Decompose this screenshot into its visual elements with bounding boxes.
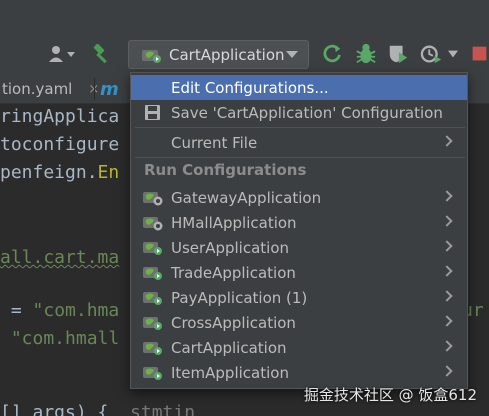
spring-boot-config-icon bbox=[143, 367, 162, 380]
chevron-right-icon bbox=[441, 265, 453, 277]
chevron-right-icon bbox=[441, 340, 453, 352]
chevron-right-icon bbox=[441, 190, 453, 202]
code-line: all.cart.ma bbox=[0, 247, 120, 268]
code-line: "com.hmall bbox=[0, 328, 120, 349]
run-config-item[interactable]: HMallApplication bbox=[131, 210, 467, 235]
tab-divider bbox=[94, 78, 95, 100]
code-line: [] args) { stmtin bbox=[0, 402, 196, 416]
main-toolbar: CartApplication bbox=[0, 0, 489, 74]
coverage-icon[interactable] bbox=[386, 42, 410, 66]
run-config-item[interactable]: GatewayApplication bbox=[131, 185, 467, 210]
chevron-right-icon bbox=[441, 135, 453, 147]
chevron-down-icon bbox=[286, 51, 298, 58]
debug-icon[interactable] bbox=[354, 41, 378, 67]
run-config-item[interactable]: TradeApplication bbox=[131, 260, 467, 285]
spring-boot-config-icon bbox=[143, 192, 163, 206]
spring-boot-config-icon bbox=[143, 292, 162, 305]
save-icon bbox=[145, 105, 160, 120]
stop-icon[interactable] bbox=[470, 42, 489, 66]
menu-item-edit-configurations[interactable]: Edit Configurations... bbox=[131, 75, 467, 100]
code-line: penfeign.En bbox=[0, 162, 120, 183]
chevron-right-icon bbox=[441, 215, 453, 227]
more-chevron-down-icon[interactable] bbox=[446, 48, 460, 60]
run-config-item[interactable]: CrossApplication bbox=[131, 310, 467, 335]
spring-boot-config-icon bbox=[143, 267, 162, 280]
code-line: ringApplica bbox=[0, 106, 120, 127]
user-icon[interactable] bbox=[44, 42, 80, 66]
spring-boot-config-icon bbox=[142, 49, 161, 63]
tab-label: tion.yaml bbox=[2, 80, 73, 98]
run-config-item[interactable]: PayApplication (1) bbox=[131, 285, 467, 310]
rerun-icon[interactable] bbox=[321, 42, 345, 66]
run-config-label: CartApplication bbox=[169, 45, 285, 64]
run-config-item[interactable]: CartApplication bbox=[131, 335, 467, 360]
tab-yaml-file[interactable]: tion.yaml × bbox=[0, 74, 99, 104]
chevron-right-icon bbox=[441, 240, 453, 252]
chevron-right-icon bbox=[441, 290, 453, 302]
spring-boot-config-icon bbox=[143, 342, 162, 355]
watermark: 掘金技术社区 @ 饭盒612 bbox=[303, 386, 477, 404]
hammer-icon[interactable] bbox=[90, 42, 114, 66]
menu-separator bbox=[135, 157, 465, 158]
menu-item-save-configuration[interactable]: Save 'CartApplication' Configuration bbox=[131, 100, 467, 125]
run-config-item[interactable]: ItemApplication bbox=[131, 360, 467, 385]
profile-icon[interactable] bbox=[418, 42, 446, 66]
chevron-right-icon bbox=[441, 315, 453, 327]
tab-maven-file[interactable]: m bbox=[100, 74, 124, 104]
run-config-item[interactable]: UserApplication bbox=[131, 235, 467, 260]
run-config-selector[interactable]: CartApplication bbox=[128, 40, 309, 69]
section-title-run-configurations: Run Configurations bbox=[144, 161, 307, 179]
spring-boot-config-icon bbox=[143, 317, 162, 330]
spring-boot-config-icon bbox=[143, 242, 162, 255]
menu-item-current-file[interactable]: Current File bbox=[131, 130, 467, 155]
run-config-dropdown-menu: Edit Configurations... Save 'CartApplica… bbox=[130, 72, 468, 389]
menu-separator bbox=[135, 127, 465, 128]
maven-icon: m bbox=[100, 78, 119, 100]
chevron-right-icon bbox=[441, 365, 453, 377]
spring-boot-config-icon bbox=[143, 217, 163, 231]
code-line: = "com.hma bbox=[0, 300, 120, 321]
code-line: toconfigure bbox=[0, 134, 120, 155]
